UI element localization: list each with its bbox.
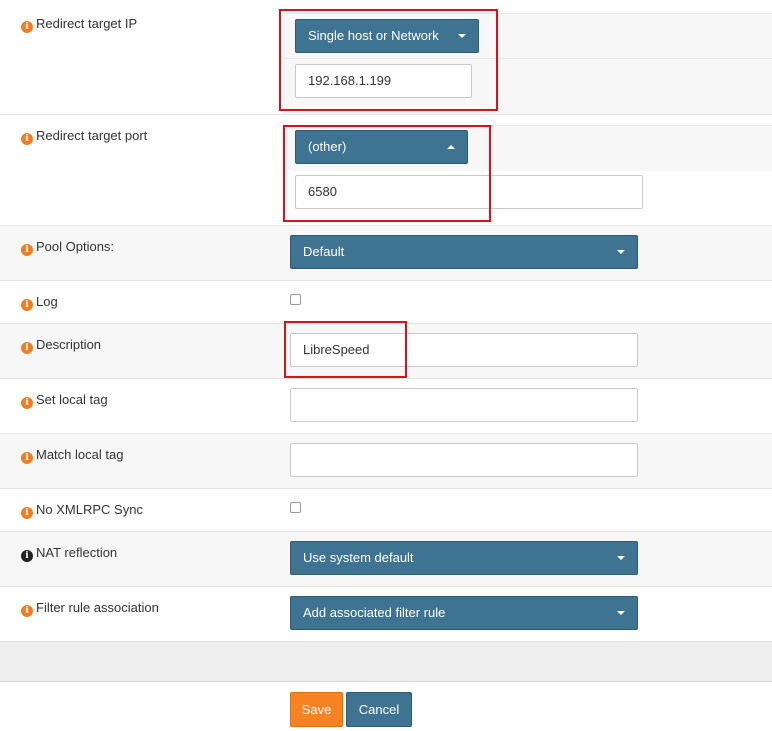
redirect-target-ip-label: i Redirect target IP — [21, 16, 137, 33]
redirect-port-type-select[interactable]: (other) — [295, 130, 468, 164]
chevron-up-icon — [447, 145, 455, 149]
info-icon[interactable]: i — [21, 244, 33, 256]
description-input[interactable]: LibreSpeed — [290, 333, 638, 367]
chevron-down-icon — [458, 34, 466, 38]
match-local-tag-label: i Match local tag — [21, 447, 123, 464]
save-button[interactable]: Save — [290, 692, 343, 727]
nat-reflection-label: i NAT reflection — [21, 545, 117, 562]
info-icon[interactable]: i — [21, 299, 33, 311]
set-local-tag-input[interactable] — [290, 388, 638, 422]
match-local-tag-input[interactable] — [290, 443, 638, 477]
chevron-down-icon — [617, 611, 625, 615]
redirect-target-port-label: i Redirect target port — [21, 128, 147, 145]
row-log: i Log — [0, 280, 772, 323]
filter-rule-association-label: i Filter rule association — [21, 600, 159, 617]
no-xmlrpc-sync-label: i No XMLRPC Sync — [21, 502, 143, 519]
pool-options-label: i Pool Options: — [21, 239, 114, 256]
set-local-tag-label: i Set local tag — [21, 392, 108, 409]
log-label: i Log — [21, 294, 58, 311]
pool-options-select[interactable]: Default — [290, 235, 638, 269]
cancel-button[interactable]: Cancel — [346, 692, 412, 727]
info-icon[interactable]: i — [21, 507, 33, 519]
filter-rule-association-select[interactable]: Add associated filter rule — [290, 596, 638, 630]
no-xmlrpc-sync-checkbox[interactable] — [290, 502, 301, 513]
panel-footer — [0, 641, 772, 682]
log-checkbox[interactable] — [290, 294, 301, 305]
description-label: i Description — [21, 337, 101, 354]
nat-reflection-select[interactable]: Use system default — [290, 541, 638, 575]
chevron-down-icon — [617, 556, 625, 560]
info-icon[interactable]: i — [21, 452, 33, 464]
info-icon[interactable]: i — [21, 133, 33, 145]
info-icon[interactable]: i — [21, 550, 33, 562]
row-no-xmlrpc-sync: i No XMLRPC Sync — [0, 488, 772, 531]
chevron-down-icon — [617, 250, 625, 254]
info-icon[interactable]: i — [21, 605, 33, 617]
redirect-ip-type-select[interactable]: Single host or Network — [295, 19, 479, 53]
info-icon[interactable]: i — [21, 21, 33, 33]
info-icon[interactable]: i — [21, 397, 33, 409]
redirect-port-input[interactable]: 6580 — [295, 175, 643, 209]
redirect-ip-input[interactable]: 192.168.1.199 — [295, 64, 472, 98]
info-icon[interactable]: i — [21, 342, 33, 354]
